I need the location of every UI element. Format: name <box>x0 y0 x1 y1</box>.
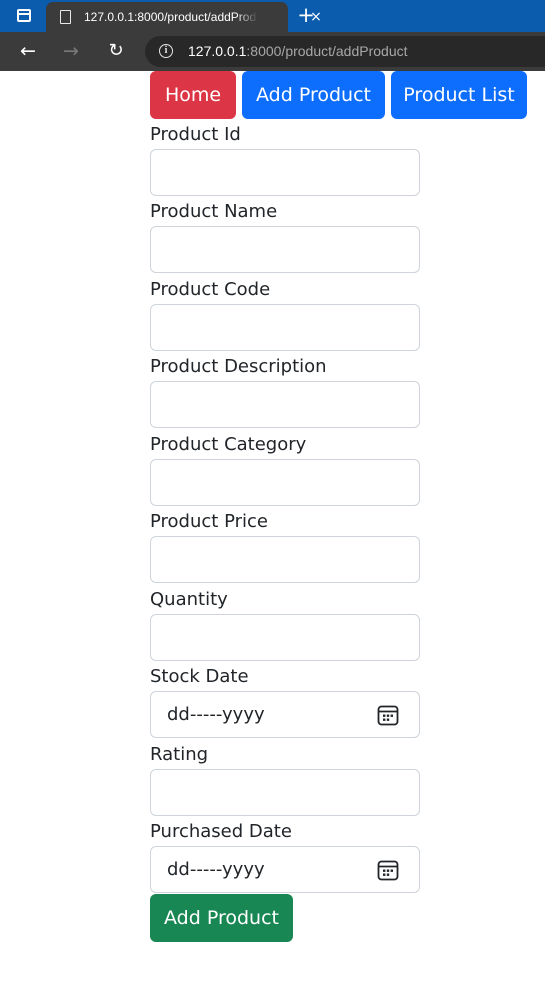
url-host: 127.0.0.1 <box>188 43 247 59</box>
info-icon[interactable]: i <box>159 44 173 58</box>
browser-tab[interactable]: 127.0.0.1:8000/product/addProduct × <box>46 2 322 32</box>
calendar-icon[interactable] <box>377 704 399 726</box>
purchased-date-label: Purchased Date <box>150 821 292 842</box>
calendar-icon[interactable] <box>377 859 399 881</box>
quantity-input[interactable] <box>150 614 420 661</box>
add-product-submit-button[interactable]: Add Product <box>150 894 293 942</box>
product-list-button[interactable]: Product List <box>391 71 527 119</box>
address-bar[interactable]: i 127.0.0.1:8000/product/addProduct <box>145 36 545 67</box>
stock-date-value: dd-----yyyy <box>167 704 265 725</box>
rating-input[interactable] <box>150 769 420 816</box>
purchased-date-value: dd-----yyyy <box>167 859 265 880</box>
product-category-label: Product Category <box>150 434 307 455</box>
browser-tab-strip: 127.0.0.1:8000/product/addProduct × + <box>0 0 545 32</box>
product-id-input[interactable] <box>150 149 420 196</box>
forward-arrow-icon: → <box>63 40 79 62</box>
product-description-input[interactable] <box>150 381 420 428</box>
tab-title: 127.0.0.1:8000/product/addProduct <box>84 10 256 24</box>
product-name-label: Product Name <box>150 201 278 222</box>
product-description-label: Product Description <box>150 356 327 377</box>
tab-title-fade <box>236 8 258 26</box>
address-url[interactable]: 127.0.0.1:8000/product/addProduct <box>188 43 408 60</box>
product-code-input[interactable] <box>150 304 420 351</box>
window-icon[interactable] <box>17 9 31 22</box>
product-price-input[interactable] <box>150 536 420 583</box>
product-id-label: Product Id <box>150 124 241 145</box>
product-category-input[interactable] <box>150 459 420 506</box>
url-path: :8000/product/addProduct <box>246 43 408 59</box>
purchased-date-input[interactable]: dd-----yyyy <box>150 846 420 893</box>
quantity-label: Quantity <box>150 589 228 610</box>
stock-date-label: Stock Date <box>150 666 249 687</box>
product-name-input[interactable] <box>150 226 420 273</box>
page-icon <box>60 10 71 24</box>
product-price-label: Product Price <box>150 511 268 532</box>
home-button[interactable]: Home <box>150 71 236 119</box>
browser-toolbar: ← → ↻ i 127.0.0.1:8000/product/addProduc… <box>0 32 545 71</box>
add-product-nav-button[interactable]: Add Product <box>242 71 385 119</box>
reload-icon[interactable]: ↻ <box>104 40 128 62</box>
plus-icon[interactable]: + <box>296 4 316 26</box>
stock-date-input[interactable]: dd-----yyyy <box>150 691 420 738</box>
product-code-label: Product Code <box>150 279 271 300</box>
back-arrow-icon[interactable]: ← <box>16 40 40 62</box>
rating-label: Rating <box>150 744 209 765</box>
